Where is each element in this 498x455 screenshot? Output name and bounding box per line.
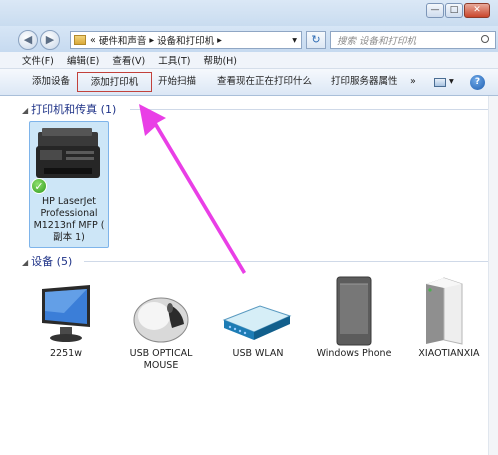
printer-label: HP LaserJet Professional M1213nf MFP ( 副… bbox=[33, 196, 105, 243]
menu-view[interactable]: 查看(V) bbox=[112, 53, 145, 67]
device-label: 2251w bbox=[50, 348, 82, 359]
breadcrumb-separator: ▸ bbox=[217, 34, 222, 46]
breadcrumb-hardware-sound[interactable]: 硬件和声音 bbox=[99, 33, 147, 47]
printers-group-header[interactable]: ◢ 打印机和传真 (1) bbox=[22, 101, 116, 117]
collapse-arrow-icon: ◢ bbox=[22, 258, 29, 267]
mouse-icon bbox=[133, 297, 189, 343]
devices-group-header[interactable]: ◢ 设备 (5) bbox=[22, 253, 72, 269]
minimize-button[interactable]: — bbox=[426, 3, 444, 18]
printers-group-title: 打印机和传真 (1) bbox=[31, 103, 117, 116]
drive-icon bbox=[426, 277, 463, 345]
device-drive[interactable] bbox=[418, 276, 468, 346]
monitor-icon bbox=[42, 285, 90, 342]
print-server-properties-button[interactable]: 打印服务器属性 bbox=[325, 72, 404, 92]
chevron-down-icon: ▾ bbox=[449, 76, 454, 87]
add-printer-button[interactable]: 添加打印机 bbox=[77, 72, 152, 92]
collapse-arrow-icon: ◢ bbox=[22, 106, 29, 115]
breadcrumb[interactable]: « 硬件和声音 ▸ 设备和打印机 ▸ ▾ bbox=[70, 31, 302, 49]
search-icon[interactable] bbox=[481, 35, 489, 43]
device-router[interactable] bbox=[220, 300, 294, 346]
device-label: USB OPTICAL MOUSE bbox=[129, 348, 193, 371]
menu-tools[interactable]: 工具(T) bbox=[158, 53, 190, 67]
phone-icon bbox=[336, 276, 372, 346]
device-label: USB WLAN bbox=[232, 348, 284, 359]
group-divider bbox=[130, 109, 488, 110]
back-button[interactable]: ◀ bbox=[18, 30, 38, 50]
router-icon bbox=[222, 305, 292, 340]
address-dropdown-icon[interactable]: ▾ bbox=[292, 35, 297, 46]
device-monitor[interactable] bbox=[34, 283, 96, 345]
scrollbar[interactable] bbox=[488, 96, 498, 455]
help-button[interactable]: ? bbox=[470, 75, 485, 90]
device-label: XIAOTIANXIA bbox=[418, 348, 480, 359]
group-divider bbox=[84, 261, 488, 262]
window-controls: — □ ✕ bbox=[426, 3, 490, 18]
toolbar-overflow-button[interactable]: » bbox=[404, 72, 422, 92]
folder-icon bbox=[74, 35, 86, 45]
menu-file[interactable]: 文件(F) bbox=[22, 53, 54, 67]
menu-help[interactable]: 帮助(H) bbox=[203, 53, 237, 67]
see-whats-printing-button[interactable]: 查看现在正在打印什么 bbox=[211, 72, 318, 92]
forward-button[interactable]: ▶ bbox=[40, 30, 60, 50]
change-view-button[interactable]: ▾ bbox=[428, 72, 460, 92]
command-bar: 添加设备 添加打印机 开始扫描 查看现在正在打印什么 打印服务器属性 » ▾ ? bbox=[0, 69, 498, 96]
address-bar: ◀ ▶ « 硬件和声音 ▸ 设备和打印机 ▸ ▾ ↻ 搜索 设备和打印机 bbox=[0, 26, 498, 52]
device-mouse[interactable] bbox=[128, 288, 190, 346]
add-device-button[interactable]: 添加设备 bbox=[26, 72, 76, 92]
maximize-button[interactable]: □ bbox=[445, 3, 463, 18]
refresh-button[interactable]: ↻ bbox=[306, 31, 326, 49]
devices-group-title: 设备 (5) bbox=[31, 255, 73, 268]
breadcrumb-overflow[interactable]: « bbox=[90, 35, 96, 46]
breadcrumb-devices-printers[interactable]: 设备和打印机 bbox=[157, 33, 214, 47]
breadcrumb-separator: ▸ bbox=[149, 34, 155, 46]
search-input[interactable]: 搜索 设备和打印机 bbox=[330, 31, 496, 49]
device-label: Windows Phone bbox=[316, 348, 392, 359]
menu-bar: 文件(F) 编辑(E) 查看(V) 工具(T) 帮助(H) bbox=[0, 52, 498, 69]
device-phone[interactable] bbox=[334, 276, 374, 346]
menu-edit[interactable]: 编辑(E) bbox=[67, 53, 99, 67]
close-button[interactable]: ✕ bbox=[464, 3, 490, 18]
view-icon bbox=[434, 77, 446, 87]
default-printer-check-icon: ✓ bbox=[31, 178, 47, 194]
start-scan-button[interactable]: 开始扫描 bbox=[152, 72, 202, 92]
title-bar: — □ ✕ bbox=[0, 0, 498, 26]
